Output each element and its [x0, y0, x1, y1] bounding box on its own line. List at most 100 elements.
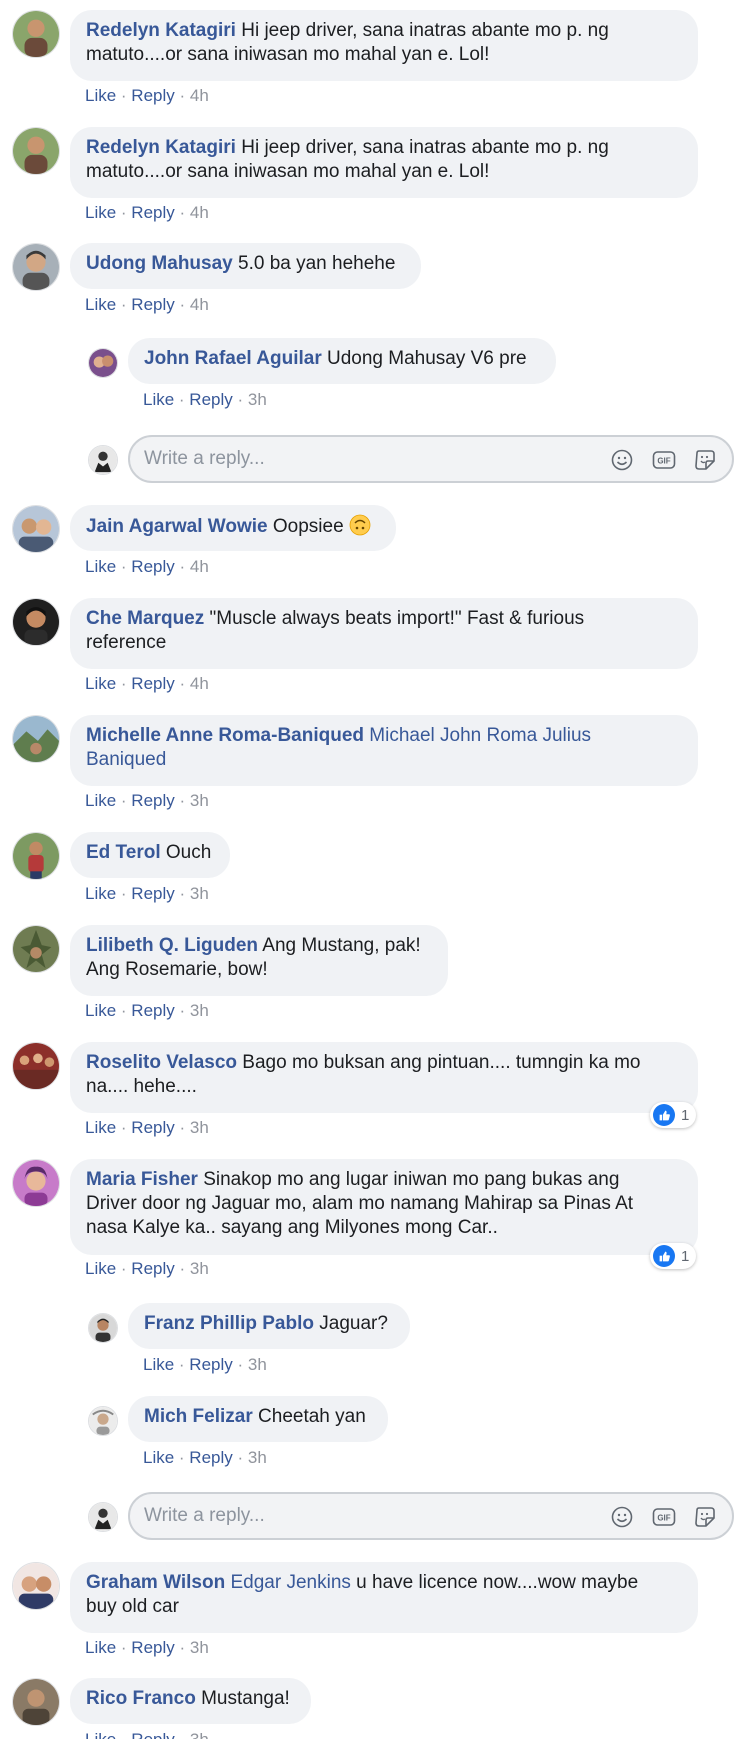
- comment-mention[interactable]: Michael John Roma Julius: [364, 725, 591, 746]
- reaction-count[interactable]: 1: [650, 1243, 697, 1269]
- emoji-icon[interactable]: [610, 1505, 634, 1529]
- comment-time[interactable]: 3h: [190, 1259, 209, 1278]
- gif-icon[interactable]: GIF: [652, 1505, 676, 1529]
- reply-link[interactable]: Reply: [131, 203, 174, 222]
- reply-link[interactable]: Reply: [131, 674, 174, 693]
- comment-author[interactable]: Jain Agarwal Wowie: [86, 516, 268, 537]
- comment-author[interactable]: Roselito Velasco: [86, 1052, 237, 1073]
- current-user-avatar[interactable]: [88, 445, 118, 475]
- like-link[interactable]: Like: [85, 1001, 116, 1020]
- comment-text: Driver door ng Jaguar mo, alam mo namang…: [86, 1193, 634, 1214]
- like-link[interactable]: Like: [85, 1730, 116, 1739]
- comment-actions: Like · Reply · 3h: [85, 1730, 209, 1739]
- reply-link[interactable]: Reply: [131, 791, 174, 810]
- comment-author[interactable]: Ed Terol: [86, 842, 161, 863]
- reply-link[interactable]: Reply: [189, 1448, 232, 1467]
- avatar[interactable]: [12, 832, 60, 880]
- comment-author[interactable]: Redelyn Katagiri: [86, 20, 236, 41]
- comment-author[interactable]: Che Marquez: [86, 608, 204, 629]
- avatar[interactable]: [88, 348, 118, 378]
- avatar[interactable]: [88, 1313, 118, 1343]
- comments-feed: Redelyn Katagiri Hi jeep driver, sana in…: [0, 0, 750, 1739]
- reply-author[interactable]: Mich Felizar: [144, 1406, 253, 1427]
- like-link[interactable]: Like: [85, 557, 116, 576]
- reply-link[interactable]: Reply: [131, 295, 174, 314]
- comment-time[interactable]: 3h: [190, 791, 209, 810]
- reply-author[interactable]: Franz Phillip Pablo: [144, 1313, 314, 1334]
- avatar[interactable]: [12, 10, 60, 58]
- reply-link[interactable]: Reply: [131, 1259, 174, 1278]
- comment-time[interactable]: 3h: [190, 884, 209, 903]
- comment-time[interactable]: 4h: [190, 86, 209, 105]
- like-link[interactable]: Like: [85, 1118, 116, 1137]
- comment-time[interactable]: 3h: [190, 1730, 209, 1739]
- reply-bubble: Franz Phillip Pablo Jaguar?: [128, 1303, 410, 1349]
- like-link[interactable]: Like: [143, 1355, 174, 1374]
- reply-link[interactable]: Reply: [189, 390, 232, 409]
- reply-link[interactable]: Reply: [131, 1001, 174, 1020]
- emoji-icon[interactable]: [610, 448, 634, 472]
- like-link[interactable]: Like: [85, 791, 116, 810]
- comment-author[interactable]: Maria Fisher: [86, 1169, 198, 1190]
- reply-link[interactable]: Reply: [131, 1118, 174, 1137]
- like-link[interactable]: Like: [85, 295, 116, 314]
- comment-text: Ang Rosemarie, bow!: [86, 959, 268, 980]
- like-link[interactable]: Like: [85, 1638, 116, 1657]
- comment-author[interactable]: Lilibeth Q. Liguden: [86, 935, 258, 956]
- like-link[interactable]: Like: [85, 1259, 116, 1278]
- comment-time[interactable]: 4h: [190, 557, 209, 576]
- avatar[interactable]: [12, 1042, 60, 1090]
- comment-time[interactable]: 4h: [190, 295, 209, 314]
- comment-time[interactable]: 3h: [190, 1001, 209, 1020]
- reaction-count[interactable]: 1: [650, 1102, 697, 1128]
- thumbs-up-icon: [653, 1245, 675, 1267]
- like-link[interactable]: Like: [85, 203, 116, 222]
- like-link[interactable]: Like: [143, 1448, 174, 1467]
- reply-time[interactable]: 3h: [248, 390, 267, 409]
- avatar[interactable]: [12, 925, 60, 973]
- reply-link[interactable]: Reply: [131, 1638, 174, 1657]
- comment-time[interactable]: 4h: [190, 203, 209, 222]
- comment-time[interactable]: 3h: [190, 1638, 209, 1657]
- comment-author[interactable]: Graham Wilson: [86, 1572, 225, 1593]
- gif-icon[interactable]: GIF: [652, 448, 676, 472]
- comment-time[interactable]: 3h: [190, 1118, 209, 1137]
- reply-bubble: Mich Felizar Cheetah yan: [128, 1396, 388, 1442]
- avatar[interactable]: [12, 1562, 60, 1610]
- avatar[interactable]: [12, 1678, 60, 1726]
- comment-bubble: Ed Terol Ouch: [70, 832, 230, 878]
- like-link[interactable]: Like: [143, 390, 174, 409]
- reply-time[interactable]: 3h: [248, 1448, 267, 1467]
- comment-time[interactable]: 4h: [190, 674, 209, 693]
- avatar[interactable]: [12, 715, 60, 763]
- reply-link[interactable]: Reply: [189, 1355, 232, 1374]
- avatar[interactable]: [88, 1406, 118, 1436]
- like-link[interactable]: Like: [85, 884, 116, 903]
- comment-author[interactable]: Redelyn Katagiri: [86, 137, 236, 158]
- comment-bubble: Roselito Velasco Bago mo buksan ang pint…: [70, 1042, 698, 1113]
- reply-link[interactable]: Reply: [131, 884, 174, 903]
- reply-link[interactable]: Reply: [131, 1730, 174, 1739]
- reply-link[interactable]: Reply: [131, 557, 174, 576]
- reply-input[interactable]: [144, 1504, 544, 1528]
- comment-mention[interactable]: Edgar Jenkins: [225, 1572, 350, 1593]
- sticker-icon[interactable]: [693, 1505, 717, 1529]
- comment-mention[interactable]: Baniqued: [86, 749, 166, 770]
- comment-author[interactable]: Rico Franco: [86, 1688, 196, 1709]
- reply-author[interactable]: John Rafael Aguilar: [144, 348, 322, 369]
- reply-time[interactable]: 3h: [248, 1355, 267, 1374]
- avatar[interactable]: [12, 598, 60, 646]
- comment-author[interactable]: Michelle Anne Roma-Baniqued: [86, 725, 364, 746]
- like-link[interactable]: Like: [85, 674, 116, 693]
- comment-author[interactable]: Udong Mahusay: [86, 253, 233, 274]
- avatar[interactable]: [12, 243, 60, 291]
- reply-input[interactable]: [144, 447, 544, 471]
- like-link[interactable]: Like: [85, 86, 116, 105]
- avatar[interactable]: [12, 127, 60, 175]
- avatar[interactable]: [12, 505, 60, 553]
- reply-link[interactable]: Reply: [131, 86, 174, 105]
- avatar[interactable]: [12, 1159, 60, 1207]
- comment-bubble: Lilibeth Q. Liguden Ang Mustang, pak! Ang…: [70, 925, 448, 996]
- sticker-icon[interactable]: [693, 448, 717, 472]
- current-user-avatar[interactable]: [88, 1502, 118, 1532]
